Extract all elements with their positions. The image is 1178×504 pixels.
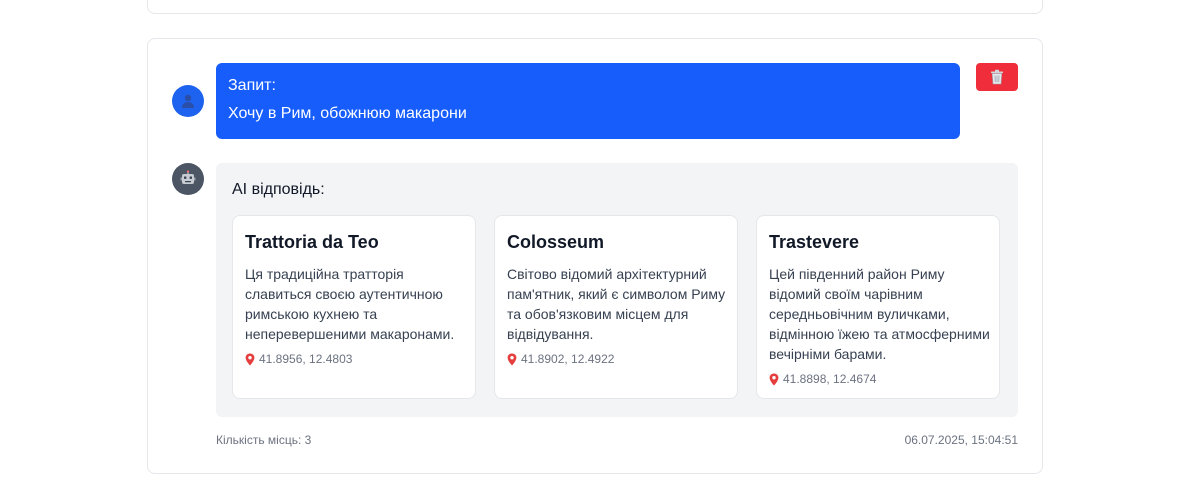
place-card[interactable]: Trattoria da Teo Ця традиційна тратторія…	[232, 215, 476, 399]
answer-label: AI відповідь:	[232, 181, 325, 198]
query-text: Хочу в Рим, обожнюю макарони	[228, 105, 467, 122]
place-description: Цей південний район Риму відомий своїм ч…	[769, 266, 990, 362]
place-card[interactable]: Colosseum Світово відомий архітектурний …	[494, 215, 738, 399]
place-title: Colosseum	[507, 232, 605, 252]
place-coordinates: 41.8898, 12.4674	[769, 372, 876, 386]
coordinates-text: 41.8956, 12.4803	[259, 352, 353, 366]
place-title: Trattoria da Teo	[245, 232, 379, 252]
place-coordinates: 41.8902, 12.4922	[507, 352, 614, 366]
place-description: Ця традиційна тратторія славиться своєю …	[245, 266, 455, 342]
pin-icon	[507, 353, 517, 365]
query-bubble: Запит: Хочу в Рим, обожнюю макарони	[216, 63, 960, 139]
query-label: Запит:	[228, 77, 276, 94]
robot-icon	[180, 170, 196, 184]
conversation-card: Запит: Хочу в Рим, обожнюю макарони AI в…	[147, 38, 1043, 474]
coordinates-text: 41.8902, 12.4922	[521, 352, 615, 366]
timestamp: 06.07.2025, 15:04:51	[904, 433, 1018, 447]
trash-icon	[991, 69, 1003, 85]
previous-conversation-card	[147, 0, 1043, 14]
place-title: Trastevere	[769, 232, 860, 252]
places-count: Кількість місць: 3	[216, 433, 312, 447]
user-icon	[182, 94, 194, 108]
coordinates-text: 41.8898, 12.4674	[783, 372, 877, 386]
ai-avatar	[172, 163, 204, 195]
user-avatar	[172, 85, 204, 117]
ai-answer-panel: AI відповідь: Trattoria da Teo Ця традиц…	[216, 163, 1018, 417]
place-coordinates: 41.8956, 12.4803	[245, 352, 352, 366]
pin-icon	[245, 353, 255, 365]
place-card[interactable]: Trastevere Цей південний район Риму відо…	[756, 215, 1000, 399]
pin-icon	[769, 373, 779, 385]
delete-button[interactable]	[976, 63, 1018, 91]
place-description: Світово відомий архітектурний пам'ятник,…	[507, 266, 726, 342]
